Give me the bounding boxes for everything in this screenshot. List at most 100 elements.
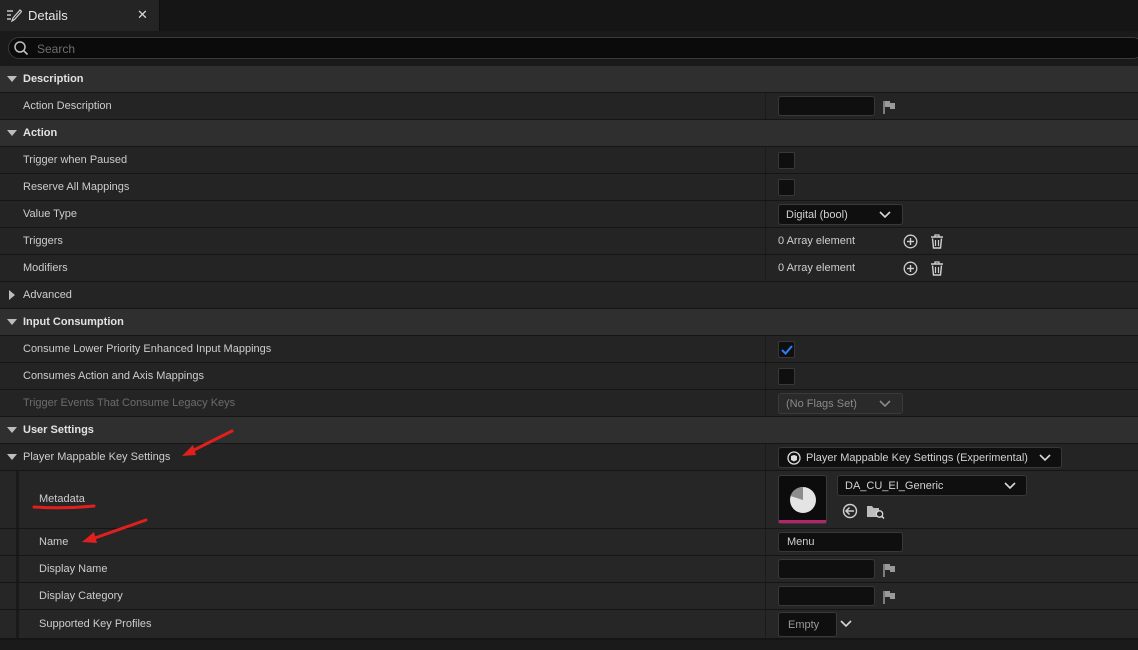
- data-asset-icon: [790, 486, 816, 513]
- dropdown-value: DA_CU_EI_Generic: [845, 480, 944, 492]
- localization-flag-icon[interactable]: [882, 590, 896, 604]
- property-supported-key-profiles: Supported Key Profiles Empty: [0, 610, 1138, 639]
- column-divider[interactable]: [765, 255, 766, 281]
- column-divider[interactable]: [765, 336, 766, 362]
- array-count: 0 Array element: [778, 262, 856, 274]
- expand-arrow-icon[interactable]: [9, 290, 15, 300]
- category-user-settings[interactable]: User Settings: [0, 417, 1138, 444]
- search-box[interactable]: [8, 37, 1138, 59]
- property-label: Name: [39, 536, 69, 548]
- dropdown-value: Player Mappable Key Settings (Experiment…: [806, 452, 1028, 464]
- chevron-down-icon: [879, 211, 891, 219]
- property-metadata: Metadata DA_CU_EI_Generic: [0, 471, 1138, 529]
- expand-arrow-icon[interactable]: [7, 454, 17, 460]
- name-field[interactable]: Menu: [778, 532, 903, 552]
- property-display-name: Display Name: [0, 556, 1138, 583]
- chevron-down-icon: [879, 400, 891, 408]
- localization-flag-icon[interactable]: [882, 100, 896, 114]
- add-element-icon[interactable]: [903, 234, 918, 249]
- property-label: Modifiers: [23, 262, 68, 274]
- indent-bar: [16, 556, 19, 582]
- expand-arrow-icon[interactable]: [7, 319, 17, 325]
- column-divider[interactable]: [765, 93, 766, 119]
- indent-bar: [16, 471, 19, 528]
- close-icon[interactable]: ✕: [137, 7, 148, 23]
- property-modifiers: Modifiers 0 Array element: [0, 255, 1138, 282]
- asset-thumbnail[interactable]: [778, 475, 827, 524]
- expand-arrow-icon[interactable]: [7, 76, 17, 82]
- property-trigger-when-paused: Trigger when Paused: [0, 147, 1138, 174]
- panel-footer: [0, 640, 1138, 650]
- consumes-action-axis-checkbox[interactable]: [778, 368, 795, 385]
- property-consumes-action-axis: Consumes Action and Axis Mappings: [0, 363, 1138, 390]
- property-label: Consumes Action and Axis Mappings: [23, 370, 204, 382]
- category-label: User Settings: [23, 424, 94, 436]
- trash-icon[interactable]: [930, 234, 944, 249]
- localization-flag-icon[interactable]: [882, 563, 896, 577]
- tab-details[interactable]: Details ✕: [0, 0, 160, 31]
- column-divider[interactable]: [765, 228, 766, 254]
- browse-to-asset-icon[interactable]: [866, 503, 885, 519]
- trigger-events-flags-dropdown[interactable]: (No Flags Set): [778, 393, 903, 414]
- column-divider[interactable]: [765, 583, 766, 609]
- details-property-list: Description Action Description Action Tr…: [0, 66, 1138, 639]
- player-mappable-class-dropdown[interactable]: Player Mappable Key Settings (Experiment…: [778, 447, 1062, 468]
- property-label: Metadata: [39, 493, 85, 505]
- property-consume-lower-priority: Consume Lower Priority Enhanced Input Ma…: [0, 336, 1138, 363]
- property-label: Action Description: [23, 100, 112, 112]
- details-pencil-icon: [7, 9, 22, 23]
- indent-bar: [16, 583, 19, 609]
- property-action-description: Action Description: [0, 93, 1138, 120]
- column-divider[interactable]: [765, 363, 766, 389]
- column-divider[interactable]: [765, 529, 766, 555]
- property-triggers: Triggers 0 Array element: [0, 228, 1138, 255]
- display-category-field[interactable]: [778, 586, 875, 606]
- category-action[interactable]: Action: [0, 120, 1138, 147]
- property-label: Trigger when Paused: [23, 154, 128, 166]
- trigger-when-paused-checkbox[interactable]: [778, 152, 795, 169]
- column-divider[interactable]: [765, 201, 766, 227]
- column-divider[interactable]: [765, 556, 766, 582]
- dropdown-value: (No Flags Set): [786, 398, 857, 410]
- asset-type-underline: [779, 520, 826, 523]
- column-divider[interactable]: [765, 444, 766, 470]
- column-divider[interactable]: [765, 147, 766, 173]
- indent-bar: [16, 610, 19, 638]
- property-label: Display Category: [39, 590, 123, 602]
- column-divider[interactable]: [765, 174, 766, 200]
- property-label: Player Mappable Key Settings: [23, 451, 171, 463]
- section-advanced[interactable]: Advanced: [0, 282, 1138, 309]
- category-input-consumption[interactable]: Input Consumption: [0, 309, 1138, 336]
- property-trigger-events-legacy: Trigger Events That Consume Legacy Keys …: [0, 390, 1138, 417]
- expand-arrow-icon[interactable]: [7, 130, 17, 136]
- use-selected-asset-icon[interactable]: [842, 503, 858, 519]
- category-description[interactable]: Description: [0, 66, 1138, 93]
- chevron-down-icon[interactable]: [840, 619, 852, 629]
- trash-icon[interactable]: [930, 261, 944, 276]
- class-icon: [787, 451, 801, 465]
- indent-bar: [16, 529, 19, 555]
- category-label: Description: [23, 73, 84, 85]
- property-value-type: Value Type Digital (bool): [0, 201, 1138, 228]
- reserve-all-mappings-checkbox[interactable]: [778, 179, 795, 196]
- supported-key-profiles-map[interactable]: Empty: [778, 612, 837, 637]
- array-count: 0 Array element: [778, 235, 856, 247]
- add-element-icon[interactable]: [903, 261, 918, 276]
- metadata-asset-dropdown[interactable]: DA_CU_EI_Generic: [837, 475, 1027, 496]
- value-type-dropdown[interactable]: Digital (bool): [778, 204, 903, 225]
- column-divider[interactable]: [765, 390, 766, 416]
- expand-arrow-icon[interactable]: [7, 427, 17, 433]
- property-label: Consume Lower Priority Enhanced Input Ma…: [23, 343, 272, 355]
- tab-title: Details: [28, 8, 68, 23]
- property-label: Triggers: [23, 235, 63, 247]
- display-name-field[interactable]: [778, 559, 875, 579]
- search-input[interactable]: [35, 39, 1129, 59]
- chevron-down-icon: [1004, 482, 1016, 490]
- column-divider[interactable]: [765, 471, 766, 528]
- action-description-field[interactable]: [778, 96, 875, 116]
- search-icon: [14, 41, 29, 56]
- property-player-mappable-key-settings: Player Mappable Key Settings Player Mapp…: [0, 444, 1138, 471]
- column-divider[interactable]: [765, 610, 766, 638]
- consume-lower-priority-checkbox[interactable]: [778, 341, 795, 358]
- search-bar: [0, 31, 1138, 66]
